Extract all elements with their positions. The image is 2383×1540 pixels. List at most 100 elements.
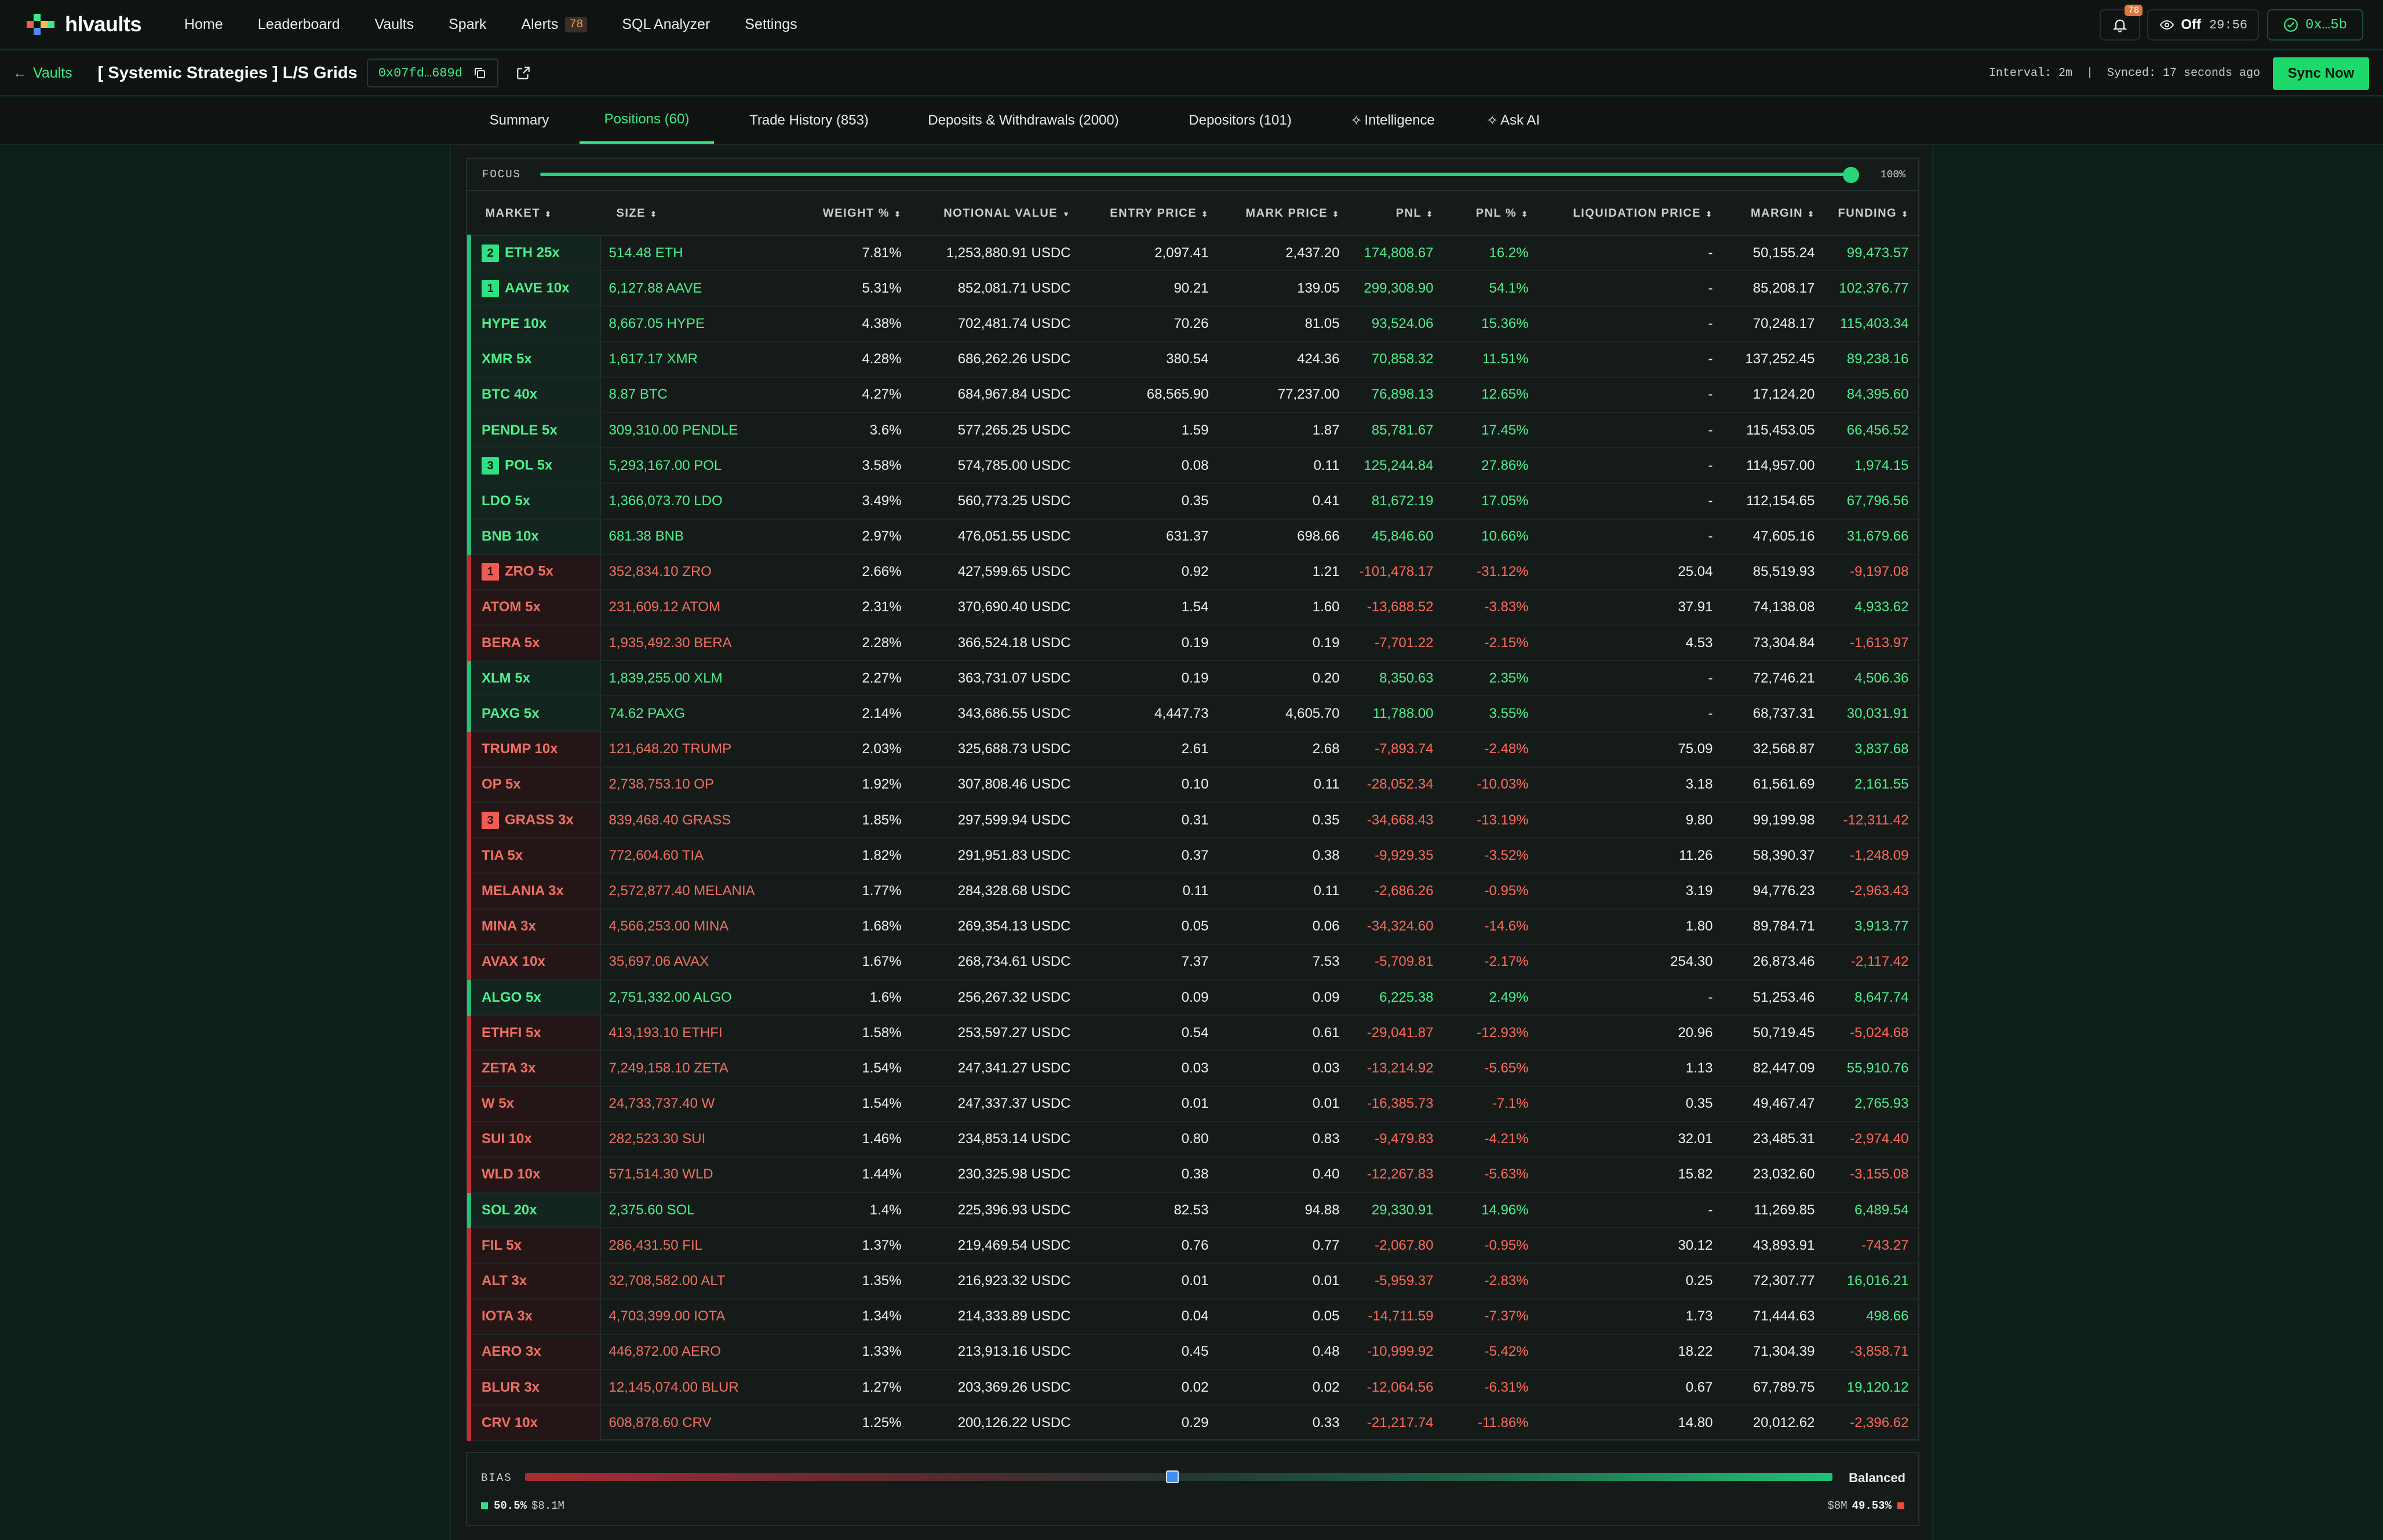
nav-alerts[interactable]: Alerts 78 xyxy=(521,16,588,33)
table-row[interactable]: 1 AAVE 10x 6,127.88 AAVE 5.31% 852,081.71 US… xyxy=(467,271,1921,307)
nav-settings[interactable]: Settings xyxy=(745,16,797,33)
market-cell[interactable]: MELANIA 3x xyxy=(467,873,601,910)
table-row[interactable]: ALT 3x 32,708,582.00 ALT 1.35% 216,923.32 U… xyxy=(467,1263,1921,1300)
table-row[interactable]: ATOM 5x 231,609.12 ATOM 2.31% 370,690.40 US… xyxy=(467,589,1921,626)
table-row[interactable]: W 5x 24,733,737.40 W 1.54% 247,337.37 USDC 0… xyxy=(467,1086,1921,1122)
vault-address[interactable]: 0x07fd…689d xyxy=(366,59,498,87)
table-row[interactable]: PENDLE 5x 309,310.00 PENDLE 3.6% 577,265.25… xyxy=(467,412,1921,449)
table-row[interactable]: OP 5x 2,738,753.10 OP 1.92% 307,808.46 USDC… xyxy=(467,767,1921,804)
nav-spark[interactable]: Spark xyxy=(449,16,486,33)
table-row[interactable]: 1 ZRO 5x 352,834.10 ZRO 2.66% 427,599.65 USD… xyxy=(467,554,1921,590)
market-cell[interactable]: MINA 3x xyxy=(467,908,601,945)
table-row[interactable]: LDO 5x 1,366,073.70 LDO 3.49% 560,773.25 US… xyxy=(467,483,1921,520)
table-row[interactable]: 3 POL 5x 5,293,167.00 POL 3.58% 574,785.00 U… xyxy=(467,448,1921,484)
market-cell[interactable]: AERO 3x xyxy=(467,1334,601,1371)
market-cell[interactable]: FIL 5x xyxy=(467,1228,601,1264)
focus-slider-track[interactable] xyxy=(540,173,1853,176)
table-row[interactable]: ETHFI 5x 413,193.10 ETHFI 1.58% 253,597.27 … xyxy=(467,1015,1921,1052)
market-cell[interactable]: SUI 10x xyxy=(467,1121,601,1158)
table-row[interactable]: TIA 5x 772,604.60 TIA 1.82% 291,951.83 USDC… xyxy=(467,838,1921,874)
market-cell[interactable]: WLD 10x xyxy=(467,1156,601,1194)
nav-home[interactable]: Home xyxy=(184,16,223,33)
column-header-weight[interactable]: WEIGHT % ⬍ xyxy=(792,192,913,236)
table-row[interactable]: BTC 40x 8.87 BTC 4.27% 684,967.84 USDC 68,56… xyxy=(467,377,1921,413)
market-cell[interactable]: ALT 3x xyxy=(467,1263,601,1300)
table-row[interactable]: XLM 5x 1,839,255.00 XLM 2.27% 363,731.07 US… xyxy=(467,660,1921,697)
tab-ask-ai[interactable]: ✧ Ask AI xyxy=(1475,97,1551,144)
tab-deposits-withdrawals[interactable]: Deposits & Withdrawals (2000) xyxy=(909,97,1138,144)
table-row[interactable]: AERO 3x 446,872.00 AERO 1.33% 213,913.16 US… xyxy=(467,1334,1921,1371)
market-cell[interactable]: HYPE 10x xyxy=(467,306,601,342)
column-header-pnl[interactable]: PNL ⬍ xyxy=(1351,192,1445,236)
market-cell[interactable]: SOL 20x xyxy=(467,1192,601,1229)
market-cell[interactable]: BERA 5x xyxy=(467,625,601,662)
tab-intelligence[interactable]: ✧ Intelligence xyxy=(1338,97,1448,144)
table-row[interactable]: MELANIA 3x 2,572,877.40 MELANIA 1.77% 284,3… xyxy=(467,873,1921,910)
market-cell[interactable]: PENDLE 5x xyxy=(467,412,601,449)
table-row[interactable]: SUI 10x 282,523.30 SUI 1.46% 234,853.14 USD… xyxy=(467,1121,1921,1158)
wallet-button[interactable]: 0x…5b xyxy=(2267,9,2363,41)
table-row[interactable]: PAXG 5x 74.62 PAXG 2.14% 343,686.55 USDC 4,4… xyxy=(467,696,1921,732)
market-cell[interactable]: 1 ZRO 5x xyxy=(467,554,601,590)
market-cell[interactable]: XMR 5x xyxy=(467,341,601,378)
market-cell[interactable]: LDO 5x xyxy=(467,483,601,520)
tab-summary[interactable]: Summary xyxy=(474,97,564,144)
column-header-mark-price[interactable]: MARK PRICE ⬍ xyxy=(1220,192,1351,236)
table-row[interactable]: ALGO 5x 2,751,332.00 ALGO 1.6% 256,267.32 U… xyxy=(467,979,1921,1016)
column-header-size[interactable]: SIZE ⬍ xyxy=(600,192,793,236)
tab-positions[interactable]: Positions (60) xyxy=(580,97,714,144)
market-cell[interactable]: IOTA 3x xyxy=(467,1298,601,1335)
table-row[interactable]: IOTA 3x 4,703,399.00 IOTA 1.34% 214,333.89 … xyxy=(467,1298,1921,1335)
column-header-funding[interactable]: FUNDING ⬍ xyxy=(1826,192,1921,236)
sync-now-button[interactable]: Sync Now xyxy=(2273,57,2369,90)
market-cell[interactable]: OP 5x xyxy=(467,767,601,804)
tab-depositors[interactable]: Depositors (101) xyxy=(1173,97,1307,144)
market-cell[interactable]: PAXG 5x xyxy=(467,696,601,732)
market-cell[interactable]: BNB 10x xyxy=(467,519,601,555)
table-row[interactable]: TRUMP 10x 121,648.20 TRUMP 2.03% 325,688.73… xyxy=(467,731,1921,768)
table-row[interactable]: CRV 10x 608,878.60 CRV 1.25% 200,126.22 USD… xyxy=(467,1405,1921,1442)
nav-vaults[interactable]: Vaults xyxy=(374,16,414,33)
nav-leaderboard[interactable]: Leaderboard xyxy=(258,16,340,33)
tab-trade-history[interactable]: Trade History (853) xyxy=(731,97,887,144)
table-row[interactable]: MINA 3x 4,566,253.00 MINA 1.68% 269,354.13 … xyxy=(467,908,1921,945)
back-to-vaults-link[interactable]: ← Vaults xyxy=(13,65,72,82)
market-cell[interactable]: 3 POL 5x xyxy=(467,448,601,484)
table-row[interactable]: ZETA 3x 7,249,158.10 ZETA 1.54% 247,341.27 … xyxy=(467,1050,1921,1087)
table-row[interactable]: AVAX 10x 35,697.06 AVAX 1.67% 268,734.61 US… xyxy=(467,944,1921,980)
market-cell[interactable]: ZETA 3x xyxy=(467,1050,601,1087)
market-cell[interactable]: W 5x xyxy=(467,1086,601,1122)
market-cell[interactable]: XLM 5x xyxy=(467,660,601,697)
table-row[interactable]: 2 ETH 25x 514.48 ETH 7.81% 1,253,880.91 USDC… xyxy=(467,235,1921,272)
market-cell[interactable]: TIA 5x xyxy=(467,838,601,874)
table-row[interactable]: BLUR 3x 12,145,074.00 BLUR 1.27% 203,369.26… xyxy=(467,1370,1921,1406)
column-header-pnl-pct[interactable]: PNL % ⬍ xyxy=(1445,192,1540,236)
external-link-icon[interactable] xyxy=(516,65,531,81)
market-cell[interactable]: ATOM 5x xyxy=(467,589,601,626)
column-header-margin[interactable]: MARGIN ⬍ xyxy=(1724,192,1827,236)
auto-refresh-toggle[interactable]: Off 29:56 xyxy=(2147,9,2259,41)
market-cell[interactable]: BTC 40x xyxy=(467,377,601,413)
market-cell[interactable]: AVAX 10x xyxy=(467,944,601,980)
copy-icon[interactable] xyxy=(473,66,487,80)
column-header-entry-price[interactable]: ENTRY PRICE ⬍ xyxy=(1082,192,1220,236)
column-header-notional-value[interactable]: NOTIONAL VALUE ▼ xyxy=(913,192,1083,236)
nav-sql-analyzer[interactable]: SQL Analyzer xyxy=(622,16,710,33)
notifications-button[interactable]: 78 xyxy=(2100,5,2143,41)
table-row[interactable]: BERA 5x 1,935,492.30 BERA 2.28% 366,524.18 … xyxy=(467,625,1921,662)
market-cell[interactable]: 2 ETH 25x xyxy=(467,235,601,272)
market-cell[interactable]: CRV 10x xyxy=(467,1405,601,1442)
market-cell[interactable]: 1 AAVE 10x xyxy=(467,271,601,307)
column-header-market[interactable]: MARKET ⬍ xyxy=(469,192,600,236)
table-row[interactable]: WLD 10x 571,514.30 WLD 1.44% 230,325.98 USD… xyxy=(467,1156,1921,1194)
market-cell[interactable]: ALGO 5x xyxy=(467,979,601,1016)
table-row[interactable]: FIL 5x 286,431.50 FIL 1.37% 219,469.54 USDC… xyxy=(467,1228,1921,1264)
focus-slider-handle[interactable] xyxy=(1843,167,1859,183)
table-row[interactable]: SOL 20x 2,375.60 SOL 1.4% 225,396.93 USDC 82… xyxy=(467,1192,1921,1229)
market-cell[interactable]: 3 GRASS 3x xyxy=(467,802,601,839)
market-cell[interactable]: ETHFI 5x xyxy=(467,1015,601,1052)
app-logo[interactable]: hlvaults xyxy=(27,12,160,37)
market-cell[interactable]: TRUMP 10x xyxy=(467,731,601,768)
market-cell[interactable]: BLUR 3x xyxy=(467,1370,601,1406)
table-row[interactable]: XMR 5x 1,617.17 XMR 4.28% 686,262.26 USDC 38… xyxy=(467,341,1921,378)
